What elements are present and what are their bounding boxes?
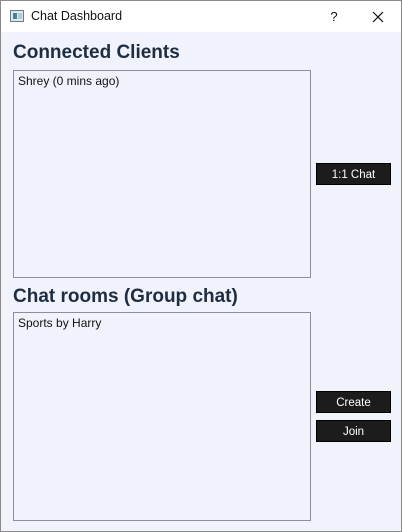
chat-rooms-heading: Chat rooms (Group chat) [13, 286, 238, 307]
join-room-button[interactable]: Join [316, 420, 391, 442]
close-icon [372, 11, 384, 23]
chat-dashboard-window: Chat Dashboard ? Connected Clients Shrey… [0, 0, 402, 532]
one-to-one-chat-button[interactable]: 1:1 Chat [316, 163, 391, 185]
list-item[interactable]: Shrey (0 mins ago) [14, 71, 310, 91]
title-bar: Chat Dashboard ? [1, 1, 401, 32]
list-item[interactable]: Sports by Harry [14, 313, 310, 333]
connected-clients-heading: Connected Clients [13, 42, 180, 63]
connected-clients-list[interactable]: Shrey (0 mins ago) [13, 70, 311, 278]
help-button[interactable]: ? [319, 1, 349, 32]
app-window-icon [10, 10, 24, 22]
close-button[interactable] [363, 5, 393, 29]
create-room-button[interactable]: Create [316, 391, 391, 413]
chat-rooms-list[interactable]: Sports by Harry [13, 312, 311, 521]
window-title: Chat Dashboard [31, 9, 123, 23]
